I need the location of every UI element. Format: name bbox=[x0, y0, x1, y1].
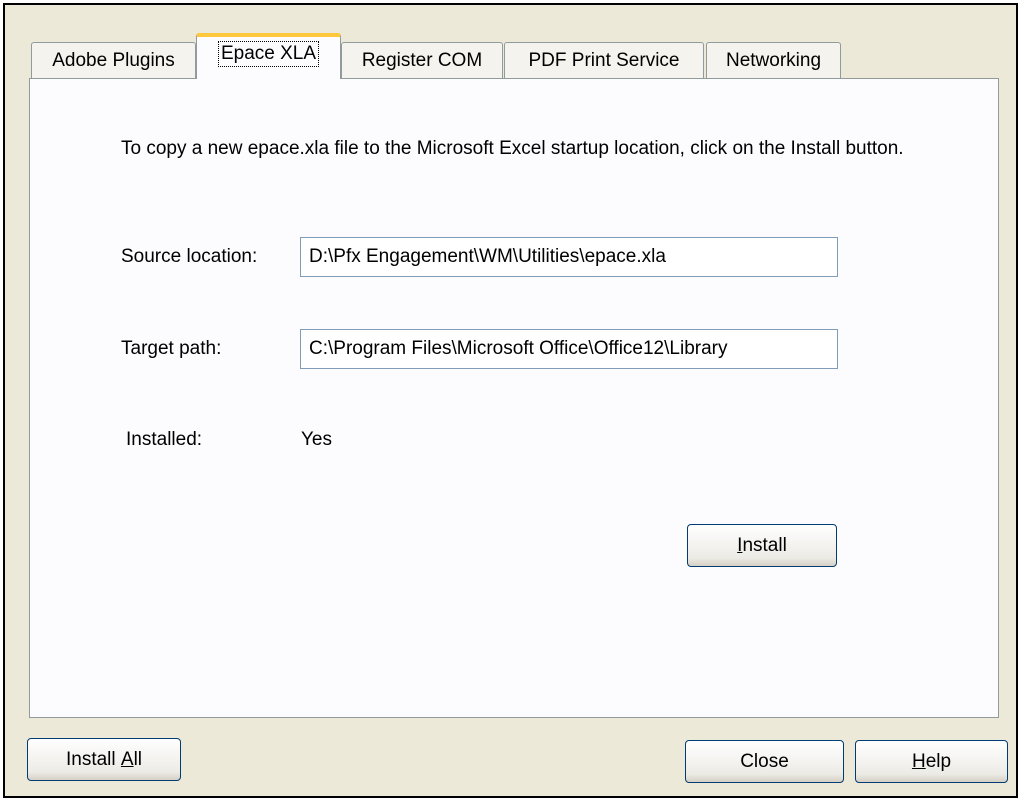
description-text: To copy a new epace.xla file to the Micr… bbox=[121, 138, 904, 159]
installed-value: Yes bbox=[301, 429, 332, 450]
install-all-mnemonic: A bbox=[120, 748, 134, 770]
help-button-mnemonic: H bbox=[911, 750, 926, 772]
tab-label: Register COM bbox=[361, 49, 483, 71]
close-button-label: Close bbox=[740, 750, 789, 772]
target-path-field[interactable] bbox=[300, 329, 838, 369]
help-button-label: elp bbox=[925, 750, 952, 772]
tab-networking[interactable]: Networking bbox=[706, 42, 841, 78]
source-location-label: Source location: bbox=[121, 246, 258, 267]
tab-label: Epace XLA bbox=[217, 41, 320, 67]
help-button[interactable]: Help bbox=[855, 740, 1008, 783]
install-all-label-prefix: Install bbox=[65, 748, 121, 770]
tab-register-com[interactable]: Register COM bbox=[341, 42, 503, 78]
tab-label: Networking bbox=[725, 49, 822, 71]
install-all-label-rest: ll bbox=[133, 748, 143, 770]
tab-adobe-plugins[interactable]: Adobe Plugins bbox=[31, 42, 196, 78]
tab-pdf-print-service[interactable]: PDF Print Service bbox=[504, 42, 704, 78]
tab-label: Adobe Plugins bbox=[52, 49, 175, 71]
tab-epace-xla[interactable]: Epace XLA bbox=[196, 33, 341, 79]
tab-panel-epace-xla: To copy a new epace.xla file to the Micr… bbox=[29, 78, 999, 718]
source-location-field[interactable] bbox=[300, 237, 838, 277]
close-button[interactable]: Close bbox=[685, 740, 844, 783]
tab-label: PDF Print Service bbox=[528, 49, 680, 71]
installed-label: Installed: bbox=[126, 429, 203, 450]
install-button[interactable]: Install bbox=[687, 524, 837, 567]
install-button-label: nstall bbox=[742, 534, 787, 556]
target-path-label: Target path: bbox=[121, 338, 222, 359]
dialog-window: Adobe Plugins Epace XLA Register COM PDF… bbox=[3, 3, 1018, 798]
install-all-button[interactable]: Install All bbox=[27, 738, 181, 781]
